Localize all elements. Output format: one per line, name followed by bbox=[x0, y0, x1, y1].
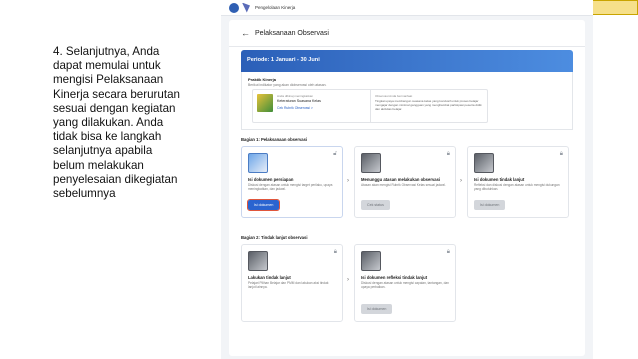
classroom-image bbox=[257, 94, 273, 112]
isi-dokumen-refleksi-button[interactable]: Isi dokumen bbox=[361, 304, 393, 314]
step-title: Isi dokumen tindak lanjut bbox=[474, 177, 525, 182]
instruction-text: 4. Selanjutnya, Anda dapat memulai untuk… bbox=[53, 45, 180, 201]
lock-icon: 🔓︎ bbox=[333, 151, 337, 157]
document-illustration-icon bbox=[248, 153, 268, 173]
indicator-box: Anda dibinaj meningkatkan Keteraturan Su… bbox=[252, 89, 488, 123]
lock-icon: 🔒︎ bbox=[446, 249, 450, 255]
step-desc: Diskusi dengan atasan untuk mengisi capa… bbox=[361, 281, 449, 290]
chevron-right-icon: › bbox=[460, 178, 462, 184]
step-isi-dokumen-persiapan[interactable]: 🔓︎ Isi dokumen persiapan Diskusi dengan … bbox=[241, 146, 343, 218]
lock-icon: 🔒︎ bbox=[333, 249, 337, 255]
reflection-illustration-icon bbox=[361, 251, 381, 271]
section-1-label: Bagian 1: Pelaksanaan observasi bbox=[241, 137, 308, 142]
praktik-subtitle: Berikut indikator yang akan diobservasi … bbox=[248, 83, 327, 87]
followup-document-illustration-icon bbox=[474, 153, 494, 173]
top-bar: Pengelolaan Kinerja bbox=[221, 0, 593, 16]
step-title: Lakukan tindak lanjut bbox=[248, 275, 291, 280]
app-screenshot: Pengelolaan Kinerja ← Pelaksanaan Observ… bbox=[221, 0, 593, 359]
step-desc: Diskusi dengan atasan untuk mengisi targ… bbox=[248, 183, 333, 192]
praktik-kinerja-panel: Praktik Kinerja Berikut indikator yang a… bbox=[241, 72, 573, 130]
step-desc: Atasan akan mengisi Rubrik Observasi Kel… bbox=[361, 183, 446, 187]
slide: 4. Selanjutnya, Anda dapat memulai untuk… bbox=[0, 0, 638, 359]
divider bbox=[229, 46, 585, 47]
lock-icon: 🔒︎ bbox=[559, 151, 563, 157]
indicator-left: Anda dibinaj meningkatkan Keteraturan Su… bbox=[253, 90, 371, 122]
arrow-left-icon[interactable]: ← bbox=[241, 28, 250, 38]
observation-card: ← Pelaksanaan Observasi Periode: 1 Janua… bbox=[229, 20, 585, 356]
app-logo-icon bbox=[242, 2, 250, 13]
indicator-small: Anda dibinaj meningkatkan bbox=[277, 94, 314, 98]
indicator-right: Observasi Anda bermanfaat Tingkat upaya … bbox=[371, 90, 487, 122]
indicator-right-text: Tingkat upaya membangun suasana kelas ya… bbox=[375, 99, 482, 111]
step-title: Menunggu atasan melakukan observasi bbox=[361, 177, 441, 182]
step-menunggu-observasi[interactable]: 🔒︎ Menunggu atasan melakukan observasi A… bbox=[354, 146, 456, 218]
isi-dokumen-button[interactable]: Isi dokumen bbox=[246, 199, 281, 211]
lock-icon: 🔒︎ bbox=[446, 151, 450, 157]
period-label: Periode: 1 Januari - 30 Juni bbox=[247, 57, 320, 63]
indicator-right-small: Observasi Anda bermanfaat bbox=[375, 94, 413, 98]
ministry-logo-icon bbox=[229, 2, 239, 13]
isi-dokumen-tindak-lanjut-button[interactable]: Isi dokumen bbox=[474, 200, 506, 210]
page-title: Pelaksanaan Observasi bbox=[255, 29, 329, 37]
indicator-title: Keteraturan Suasana Kelas bbox=[277, 99, 321, 103]
step-isi-refleksi[interactable]: 🔒︎ Isi dokumen refleksi tindak lanjut Di… bbox=[354, 244, 456, 322]
chevron-right-icon: › bbox=[347, 277, 349, 283]
step-desc: Refleksi dan diskusi dengan atasan untuk… bbox=[474, 183, 560, 192]
observation-illustration-icon bbox=[361, 153, 381, 173]
card-header: ← Pelaksanaan Observasi bbox=[229, 20, 585, 46]
step-lakukan-tindak-lanjut[interactable]: 🔒︎ Lakukan tindak lanjut Pelajari Piliha… bbox=[241, 244, 343, 322]
rubric-link[interactable]: Cek Rubrik Observasi > bbox=[277, 106, 321, 110]
step-desc: Pelajari Pilihan Belajar dan PMM dan lak… bbox=[248, 281, 329, 290]
section-2-label: Bagian 2: Tindak lanjut observasi bbox=[241, 235, 308, 240]
followup-illustration-icon bbox=[248, 251, 268, 271]
step-title: Isi dokumen refleksi tindak lanjut bbox=[361, 275, 428, 280]
chevron-right-icon: › bbox=[347, 178, 349, 184]
period-banner: Periode: 1 Januari - 30 Juni bbox=[241, 50, 573, 72]
step-isi-dokumen-tindak-lanjut[interactable]: 🔒︎ Isi dokumen tindak lanjut Refleksi da… bbox=[467, 146, 569, 218]
praktik-title: Praktik Kinerja bbox=[248, 77, 277, 82]
app-brand: Pengelolaan Kinerja bbox=[255, 5, 296, 10]
cek-status-button[interactable]: Cek status bbox=[361, 200, 390, 210]
step-title: Isi dokumen persiapan bbox=[248, 177, 294, 182]
